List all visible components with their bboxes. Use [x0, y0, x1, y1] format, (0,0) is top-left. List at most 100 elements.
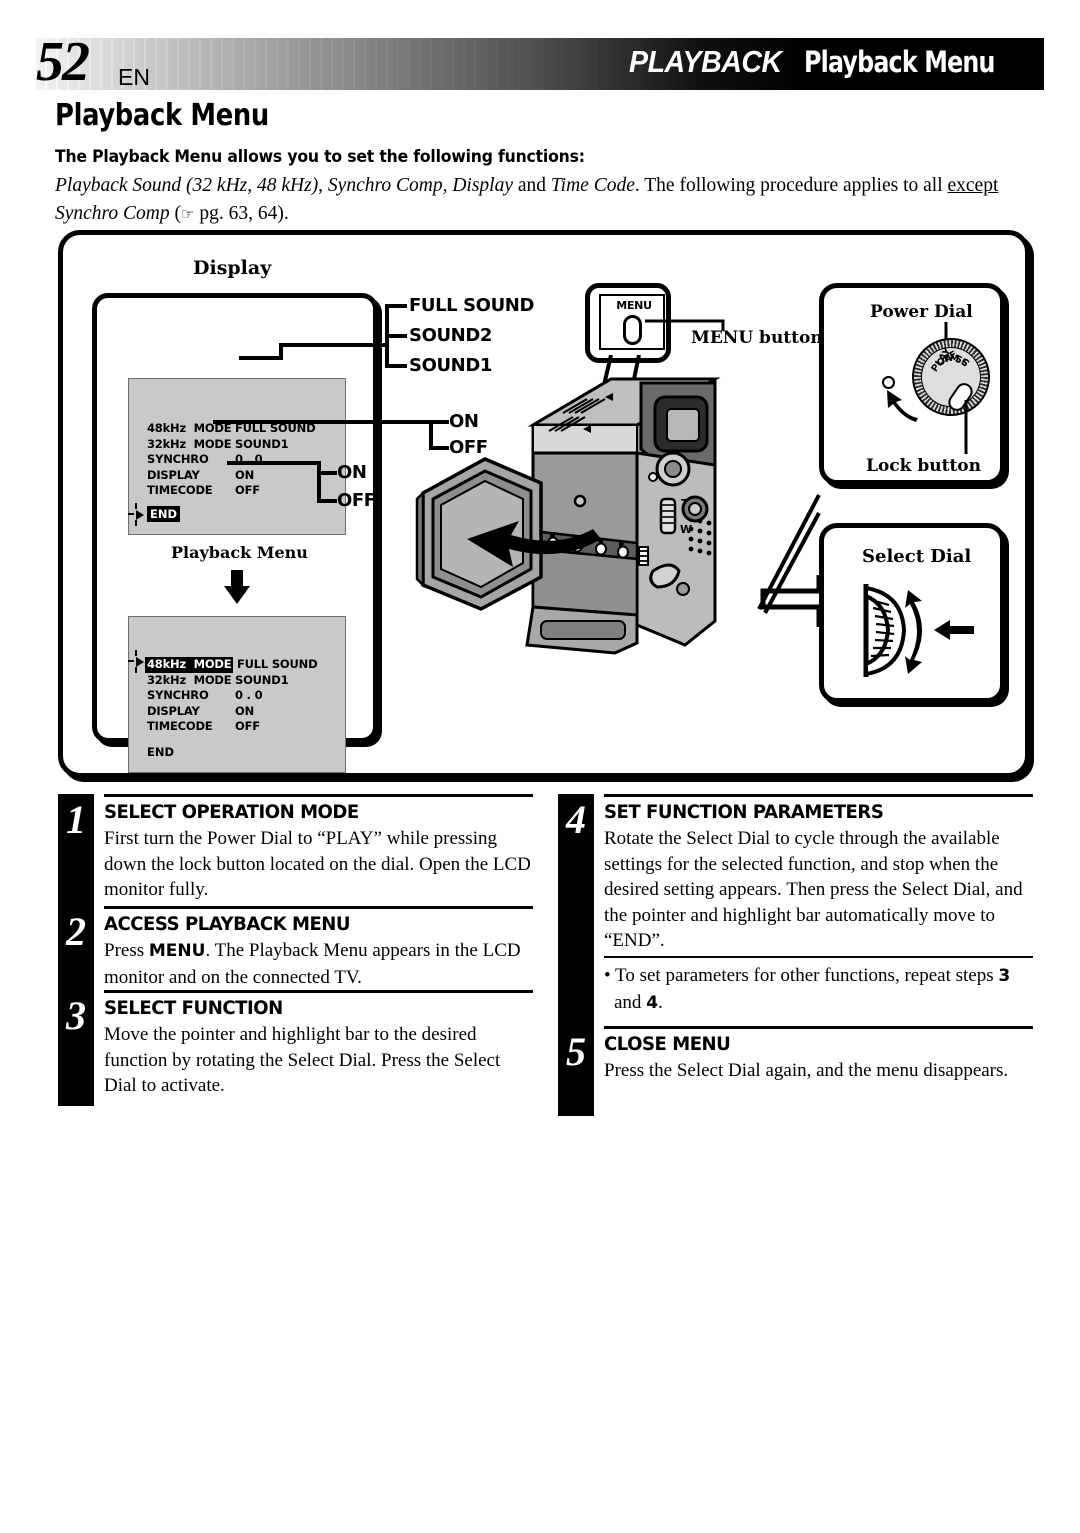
tree-line — [317, 461, 321, 503]
tree-line — [385, 334, 407, 338]
menu-row: TIMECODE OFF — [147, 719, 317, 735]
menu-row: SYNCHRO 0 . 0 — [147, 688, 317, 704]
menu-row-value: 0 . 0 — [235, 688, 263, 702]
option-sound2: SOUND2 — [409, 325, 493, 346]
menu-row: DISPLAY ON — [147, 704, 317, 720]
menu-end-row-initial: END — [147, 506, 181, 522]
display-callout-box: 48kHz MODE FULL SOUND 32kHz MODE SOUND1 SY… — [92, 293, 378, 773]
menu-row: SYNCHRO 0 . 0 — [147, 452, 315, 468]
intro-lead-text: The Playback Menu allows you to set the … — [55, 147, 585, 167]
menu-row-key: 48kHz MODE — [145, 657, 233, 673]
menu-row-value: ON — [235, 467, 255, 482]
note-post: . — [658, 991, 663, 1013]
menu-button-label: MENU button — [691, 328, 823, 348]
step-number-1: 1 — [66, 797, 86, 842]
select-dial-callout-box: Select Dial — [819, 523, 1005, 703]
option-timecode-on: ON — [337, 462, 367, 483]
menu-row-key: TIMECODE — [147, 483, 213, 497]
intro-and: and — [512, 175, 551, 196]
intro-block: The Playback Menu allows you to set the … — [55, 145, 1035, 228]
select-dial-label: Select Dial — [862, 546, 972, 567]
note-step-3: 3 — [998, 966, 1011, 986]
step-1-heading: SELECT OPERATION MODE — [104, 801, 359, 823]
menu-row-value: ON — [235, 703, 255, 718]
menu-row-key: TIMECODE — [147, 719, 213, 733]
tree-line — [317, 471, 337, 475]
power-dial-label: Power Dial — [870, 302, 973, 322]
section-name: Playback Menu — [803, 45, 995, 79]
menu-end-label: END — [147, 506, 181, 522]
menu-end-label: END — [147, 745, 175, 759]
camcorder-illustration: T W — [415, 377, 721, 655]
menu-row-key: 32kHz MODE — [147, 436, 232, 451]
playback-menu-caption: Playback Menu — [171, 543, 308, 562]
step-4: SET FUNCTION PARAMETERS Rotate the Selec… — [604, 794, 1033, 954]
illustration-panel: Display 48kHz MODE FULL SOUND 32kHz MODE S… — [58, 230, 1030, 778]
intro-functions-italic: Playback Sound (32 kHz, 48 kHz), Synchro… — [55, 175, 513, 196]
step-4-heading: SET FUNCTION PARAMETERS — [604, 801, 884, 823]
step-1: SELECT OPERATION MODE First turn the Pow… — [104, 794, 533, 903]
menu-row: TIMECODE OFF — [147, 483, 315, 499]
page-number: 52 — [36, 31, 90, 93]
power-dial-callout-box: Power Dial PLAY OFF A M 5S C Lock button — [819, 283, 1005, 485]
pointing-hand-icon: ☞ — [181, 205, 195, 223]
page-title: Playback Menu — [55, 98, 269, 133]
menu-row-value: SOUND1 — [235, 672, 289, 687]
step-2-heading: ACCESS PLAYBACK MENU — [104, 913, 351, 935]
step-2: ACCESS PLAYBACK MENU Press MENU. The Pla… — [104, 906, 533, 990]
menu-row-value: 0 . 0 — [235, 452, 263, 466]
note-step-4: 4 — [646, 992, 659, 1013]
step-3: SELECT FUNCTION Move the pointer and hig… — [104, 990, 533, 1099]
select-dial-graphic[interactable] — [858, 578, 978, 683]
tree-line — [239, 356, 283, 360]
rotate-arrow-icon — [887, 390, 918, 422]
menu-row-key: 32kHz MODE — [147, 672, 232, 687]
menu-row-value: FULL SOUND — [237, 657, 318, 671]
step-5: CLOSE MENU Press the Select Dial again, … — [604, 1026, 1033, 1084]
step-3-heading: SELECT FUNCTION — [104, 997, 283, 1019]
note-mid: and — [614, 991, 647, 1013]
chapter-name: PLAYBACK — [628, 44, 782, 79]
option-timecode-off: OFF — [337, 490, 376, 511]
step-number-3: 3 — [66, 993, 86, 1038]
lock-button-leader — [964, 400, 968, 454]
menu-row: 32kHz MODE SOUND1 — [147, 673, 317, 689]
menu-row-key: SYNCHRO — [147, 452, 209, 466]
step-4-body: Rotate the Select Dial to cycle through … — [604, 828, 1023, 951]
step-2-body: Press MENU. The Playback Menu appears in… — [104, 937, 533, 990]
intro-tail: . The following procedure applies to all — [634, 175, 948, 196]
lcd-screen-selected: 48kHz MODE FULL SOUND 32kHz MODE SOUND1 SY… — [128, 616, 346, 773]
page-language: EN — [118, 64, 150, 90]
page-header: 52 EN PLAYBACK Playback Menu — [0, 34, 1080, 90]
step-number-2: 2 — [66, 909, 86, 954]
note-pre: • To set parameters for other functions,… — [604, 965, 999, 986]
tree-line — [317, 499, 337, 503]
menu-row-key: DISPLAY — [147, 703, 200, 718]
menu-rows-selected: 48kHz MODE FULL SOUND 32kHz MODE SOUND1 SY… — [145, 657, 318, 735]
menu-end-row-selected: END — [147, 745, 174, 760]
step-5-heading: CLOSE MENU — [604, 1033, 731, 1055]
lock-button-label: Lock button — [866, 456, 981, 476]
menu-row: DISPLAY ON — [147, 468, 315, 484]
step-2-body-pre: Press — [104, 940, 149, 961]
intro-page-ref-text: pg. 63, 64). — [194, 203, 289, 224]
menu-row-key: SYNCHRO — [147, 688, 209, 702]
tree-line — [279, 343, 389, 347]
step-3-body: Move the pointer and highlight bar to th… — [104, 1024, 501, 1096]
svg-text:W: W — [680, 523, 692, 536]
menu-row: 32kHz MODE SOUND1 — [147, 437, 315, 453]
display-label: Display — [193, 257, 272, 279]
intro-body-text: Playback Sound (32 kHz, 48 kHz), Synchro… — [55, 175, 999, 224]
step-4-note: • To set parameters for other functions,… — [604, 956, 1033, 1016]
menu-rows-initial: 48kHz MODE FULL SOUND 32kHz MODE SOUND1 SY… — [147, 421, 316, 499]
step-5-body: Press the Select Dial again, and the men… — [604, 1060, 1009, 1081]
lcd-screen-initial: 48kHz MODE FULL SOUND 32kHz MODE SOUND1 SY… — [128, 378, 346, 535]
menu-row-value: OFF — [235, 483, 260, 497]
menu-row-highlighted: 48kHz MODE FULL SOUND — [145, 657, 318, 673]
step-1-body: First turn the Power Dial to “PLAY” whil… — [104, 828, 531, 900]
step-number-5: 5 — [566, 1029, 586, 1074]
intro-except-underline: except — [947, 175, 999, 196]
menu-row-value: SOUND1 — [235, 436, 289, 451]
option-full-sound: FULL SOUND — [409, 295, 535, 316]
repeat-steps-note: • To set parameters for other functions,… — [604, 958, 1033, 1016]
